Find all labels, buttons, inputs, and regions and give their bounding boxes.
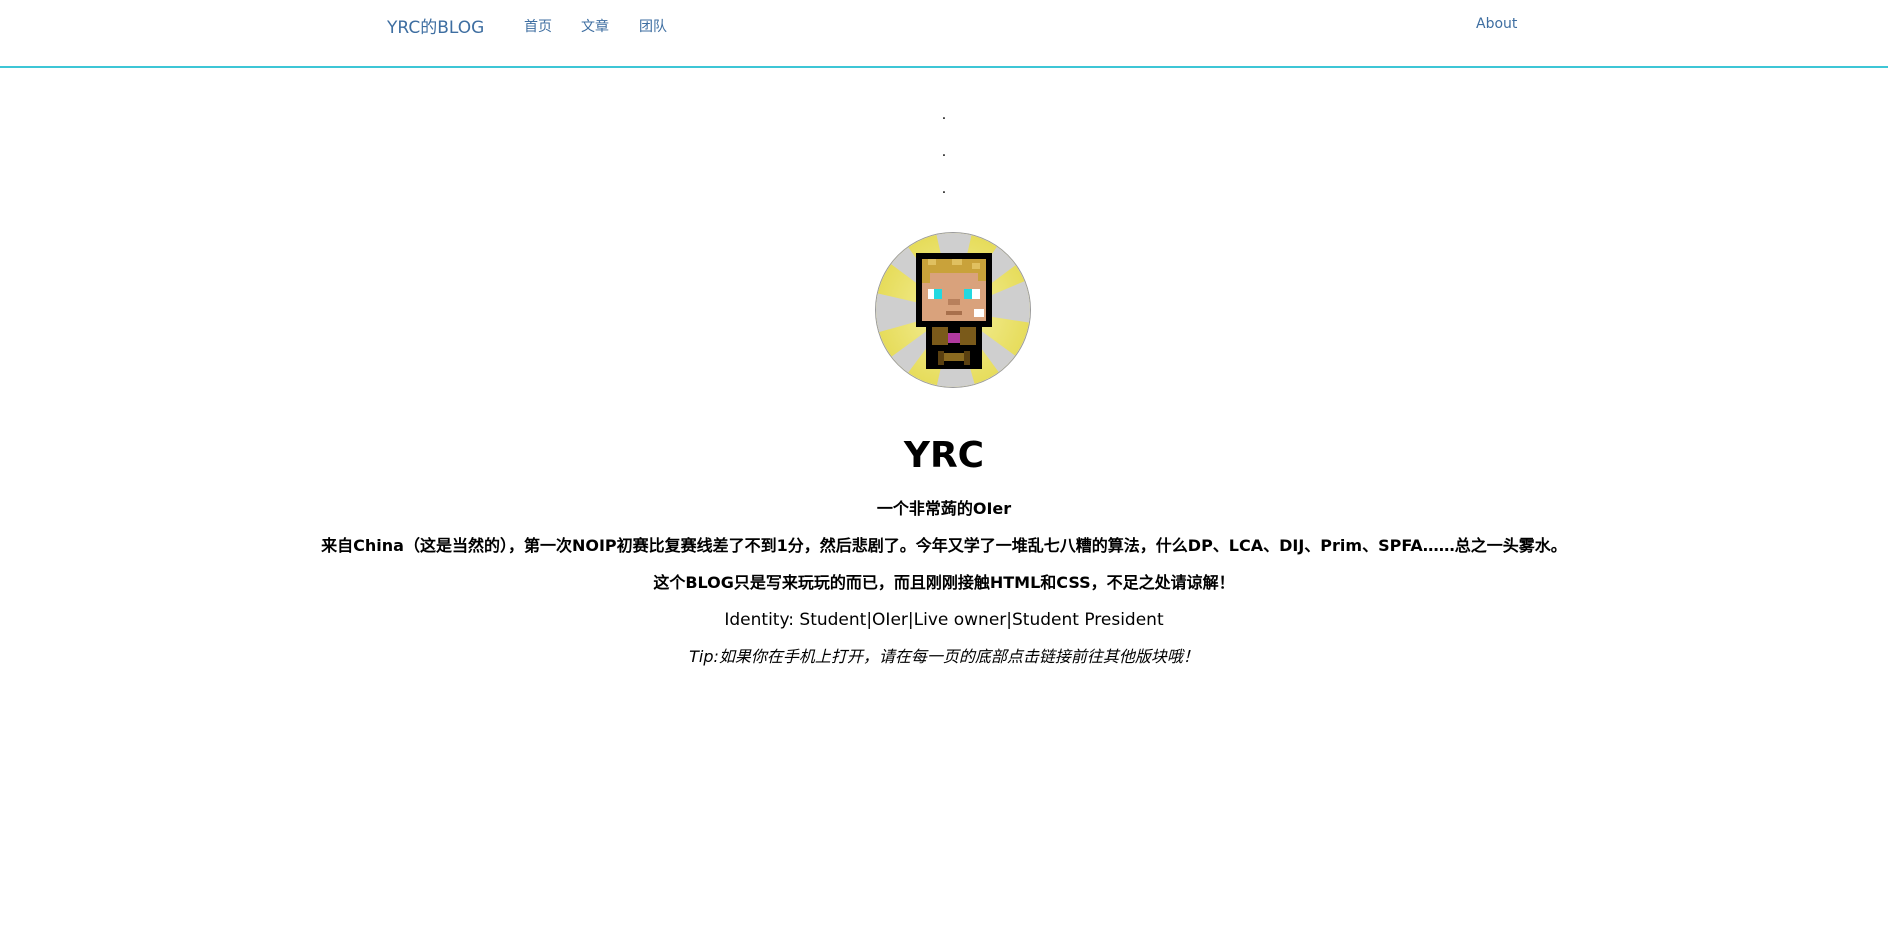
profile-name: YRC (903, 435, 985, 476)
avatar (875, 232, 1031, 388)
profile-tip: Tip:如果你在手机上打开，请在每一页的底部点击链接前往其他版块哦！ (689, 647, 1199, 666)
profile-bio-line-1: 来自China（这是当然的），第一次NOIP初赛比复赛线差了不到1分，然后悲剧了… (321, 536, 1567, 555)
profile-bio-line-2: 这个BLOG只是写来玩玩的而已，而且刚刚接触HTML和CSS，不足之处请谅解！ (653, 573, 1235, 592)
decor-dot-3: . (941, 181, 947, 197)
pixel-character-avatar-icon (876, 233, 1030, 387)
decor-dot-2: . (941, 144, 947, 160)
profile-subtitle: 一个非常蒟的OIer (876, 499, 1012, 518)
nav-link-home[interactable]: 首页 (524, 16, 552, 36)
profile-identity: Identity: Student|OIer|Live owner|Studen… (724, 610, 1164, 630)
decor-dot-1: . (941, 107, 947, 123)
brand-link[interactable]: YRC的BLOG (387, 13, 484, 38)
nav-link-team[interactable]: 团队 (639, 16, 667, 36)
top-navbar: YRC的BLOG 首页 文章 团队 About (0, 0, 1888, 68)
navbar-inner: YRC的BLOG 首页 文章 团队 About (387, 0, 1517, 50)
nav-link-about[interactable]: About (1476, 16, 1517, 32)
nav-link-articles[interactable]: 文章 (581, 16, 609, 36)
